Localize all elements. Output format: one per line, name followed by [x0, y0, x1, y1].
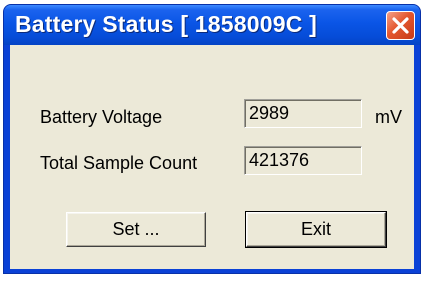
close-button[interactable] [386, 11, 415, 40]
total-sample-count-label: Total Sample Count [40, 153, 198, 173]
battery-voltage-field: 2989 [244, 99, 362, 128]
battery-voltage-label: Battery Voltage [40, 107, 163, 127]
title-bar[interactable]: Battery Status [ 1858009C ] [4, 5, 420, 45]
window-title: Battery Status [ 1858009C ] [15, 11, 317, 37]
battery-voltage-unit: mV [375, 107, 402, 127]
battery-status-dialog: Battery Status [ 1858009C ] Battery Volt… [3, 4, 421, 274]
close-icon [392, 17, 409, 34]
dialog-body: Battery Voltage 2989 mV Total Sample Cou… [10, 45, 414, 269]
exit-button[interactable]: Exit [245, 211, 387, 248]
set-button[interactable]: Set ... [66, 212, 206, 247]
total-sample-count-field: 421376 [244, 146, 362, 175]
